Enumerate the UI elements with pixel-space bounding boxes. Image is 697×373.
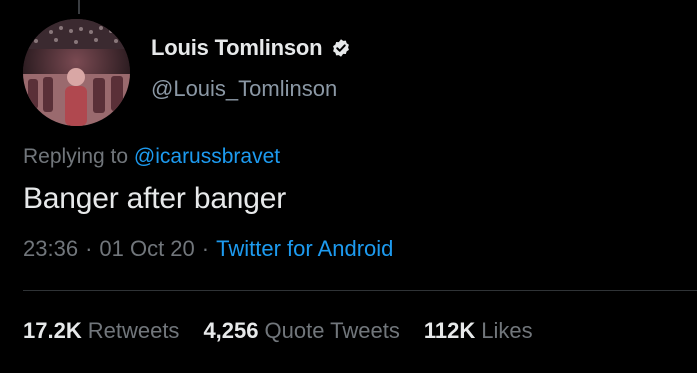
profile-photo-icon xyxy=(23,19,130,126)
tweet-date[interactable]: 01 Oct 20 xyxy=(99,236,194,261)
likes-stat[interactable]: 112K Likes xyxy=(424,318,533,344)
replying-prefix: Replying to xyxy=(23,145,129,168)
tweet-text: Banger after banger xyxy=(23,182,287,215)
author-handle[interactable]: @Louis_Tomlinson xyxy=(151,76,337,102)
tweet-meta: 23:36 · 01 Oct 20 · Twitter for Android xyxy=(23,236,393,262)
divider xyxy=(23,290,697,291)
likes-count: 112K xyxy=(423,318,476,343)
meta-separator: · xyxy=(85,236,93,261)
tweet-time[interactable]: 23:36 xyxy=(23,236,78,261)
meta-separator: · xyxy=(201,236,210,261)
retweets-label: Retweets xyxy=(87,318,180,343)
replying-to-line: Replying to @icarussbravet xyxy=(23,145,280,169)
likes-label: Likes xyxy=(481,318,533,343)
tweet-stats: 17.2K Retweets 4,256 Quote Tweets 112K Like… xyxy=(23,318,533,344)
reply-mention-link[interactable]: @icarussbravet xyxy=(134,145,280,168)
quote-tweets-count: 4,256 xyxy=(203,318,259,343)
quote-tweets-label: Quote Tweets xyxy=(264,318,400,343)
tweet-source-link[interactable]: Twitter for Android xyxy=(216,236,393,261)
retweets-stat[interactable]: 17.2K Retweets xyxy=(23,318,179,344)
retweets-count: 17.2K xyxy=(23,318,82,343)
thread-connector-line xyxy=(78,0,80,14)
avatar[interactable] xyxy=(23,19,130,126)
verified-badge-icon xyxy=(331,38,351,58)
author-display-name[interactable]: Louis Tomlinson xyxy=(151,35,323,61)
quote-tweets-stat[interactable]: 4,256 Quote Tweets xyxy=(203,318,399,344)
author-name-row: Louis Tomlinson xyxy=(151,35,351,61)
